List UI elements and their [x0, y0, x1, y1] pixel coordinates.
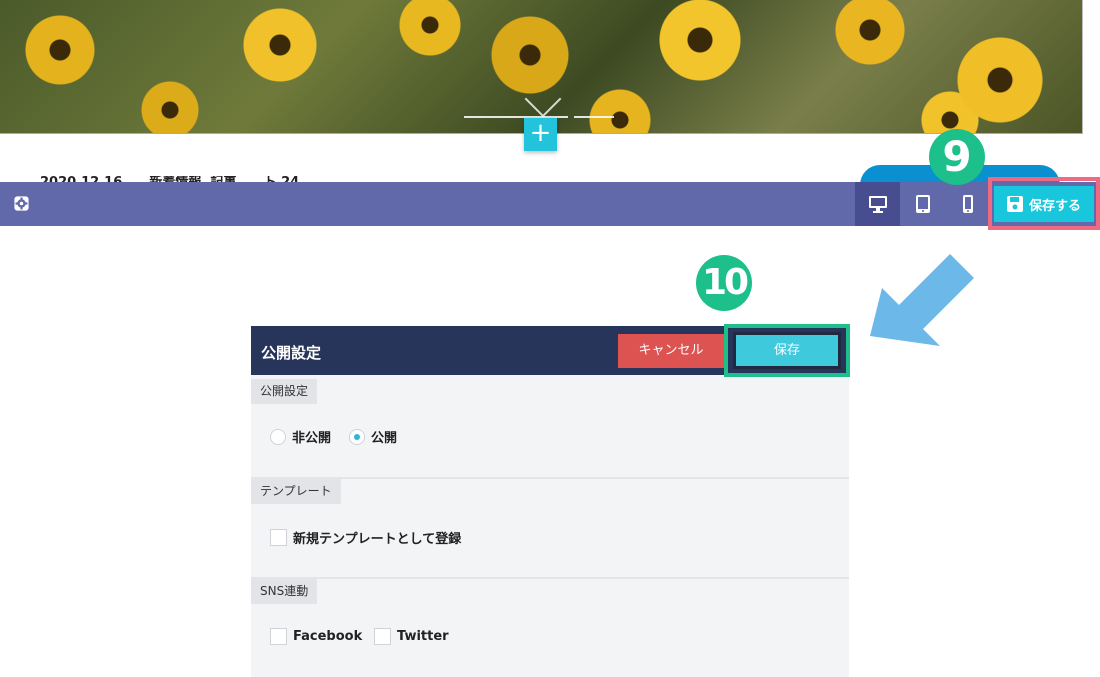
checkbox[interactable] — [374, 628, 391, 645]
hero-image — [0, 0, 1083, 134]
checkbox[interactable] — [270, 628, 287, 645]
modal-save-button[interactable]: 保存 — [733, 332, 841, 369]
radio-private-label: 非公開 — [292, 431, 332, 446]
save-highlight-frame: 保存する — [988, 177, 1100, 230]
mobile-icon — [962, 195, 973, 213]
section-label-publish: 公開設定 — [251, 379, 318, 404]
pointer-arrow-icon — [870, 254, 974, 346]
radio-private[interactable]: 非公開 — [270, 427, 331, 446]
add-section-button[interactable]: + — [524, 118, 557, 151]
gear-icon[interactable] — [13, 195, 30, 212]
radio-public[interactable]: 公開 — [349, 427, 397, 446]
checkbox-twitter-label: Twitter — [397, 629, 449, 644]
floppy-disk-icon — [1006, 196, 1023, 212]
checkbox[interactable] — [270, 529, 287, 546]
checkbox-facebook[interactable]: Facebook — [270, 628, 362, 645]
tablet-view-button[interactable] — [900, 182, 945, 226]
checkbox-facebook-label: Facebook — [293, 629, 363, 644]
editor-toolbar — [0, 182, 1100, 226]
section-label-template: テンプレート — [251, 479, 341, 504]
chevron-down-icon — [524, 80, 562, 118]
radio-public-label: 公開 — [371, 431, 398, 446]
desktop-view-button[interactable] — [855, 182, 900, 226]
modal-title: 公開設定 — [261, 344, 322, 362]
save-page-label: 保存する — [1028, 198, 1081, 214]
tablet-icon — [915, 195, 930, 213]
section-divider — [251, 477, 849, 479]
radio-button-selected[interactable] — [349, 428, 365, 445]
radio-button[interactable] — [270, 428, 286, 445]
page: + 2020.12.16 新着情報 記事 ト 24 — [0, 0, 1100, 677]
section-divider — [251, 577, 849, 579]
section-label-sns: SNS連動 — [251, 579, 318, 604]
modal-save-highlight-frame: 保存 — [724, 324, 850, 377]
cancel-button[interactable]: キャンセル — [618, 334, 724, 368]
save-page-button[interactable]: 保存する — [994, 186, 1094, 222]
desktop-icon — [868, 196, 887, 213]
checkbox-twitter[interactable]: Twitter — [374, 628, 449, 645]
slider-indicator — [574, 116, 614, 118]
step-badge-10: 10 — [696, 255, 752, 311]
publish-settings-modal: 公開設定 キャンセル 公開設定 非公開 公開 テンプレート 新規テンプレートとし… — [251, 326, 849, 677]
mobile-view-button[interactable] — [945, 182, 990, 226]
checkbox-register-template[interactable]: 新規テンプレートとして登録 — [270, 528, 461, 547]
step-badge-9: 9 — [929, 129, 985, 185]
checkbox-register-template-label: 新規テンプレートとして登録 — [293, 532, 462, 547]
